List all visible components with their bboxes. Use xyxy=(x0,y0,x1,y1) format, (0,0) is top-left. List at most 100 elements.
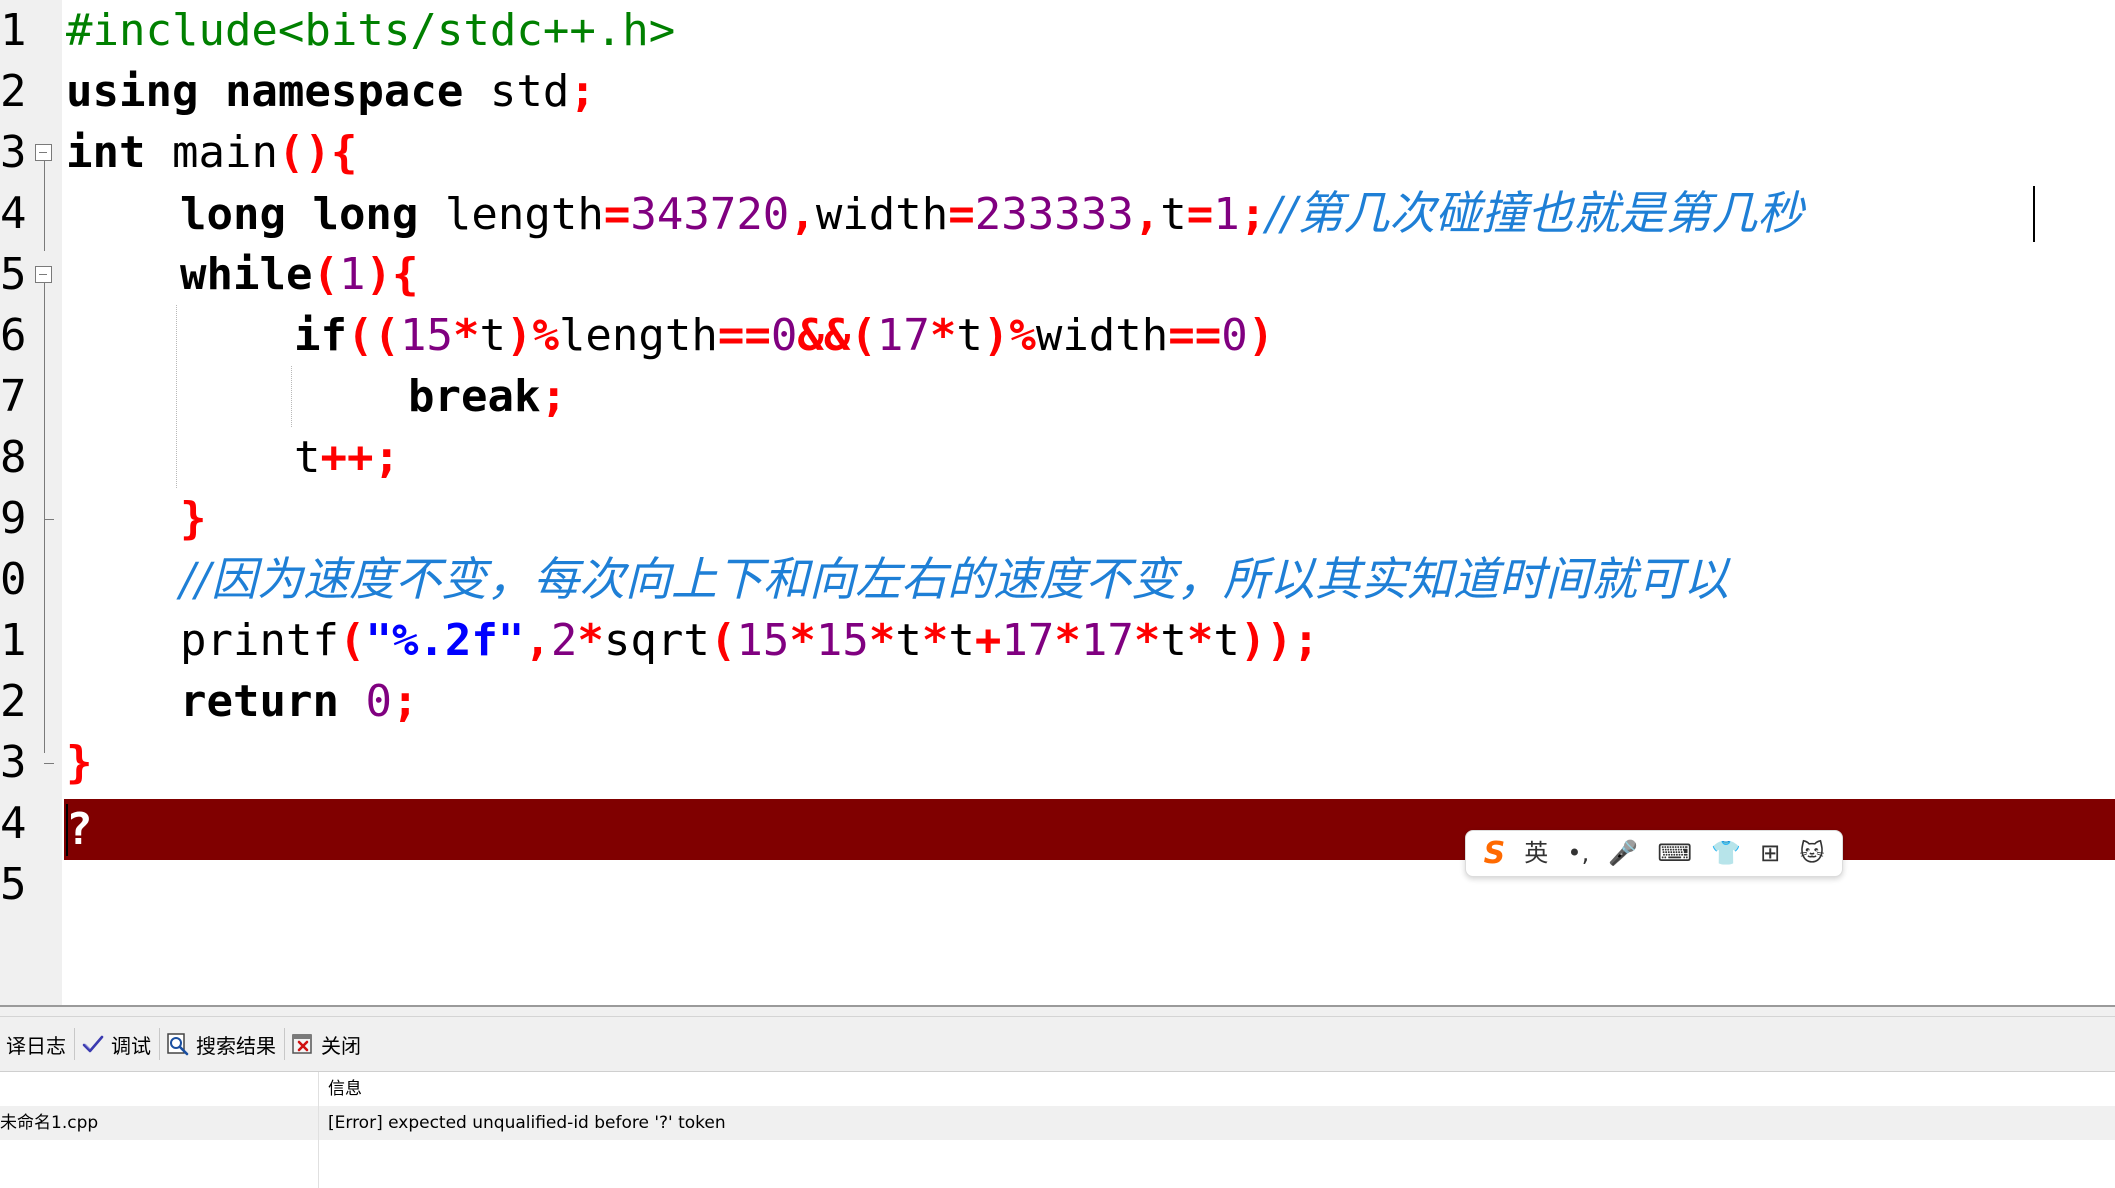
operator: * xyxy=(868,615,896,666)
message-text: [Error] expected unqualified-id before '… xyxy=(328,1113,726,1133)
operator: ; xyxy=(569,66,596,117)
code-line-11[interactable]: printf("%.2f",2*sqrt(15*15*t*t+17*17*t*t… xyxy=(180,610,1319,671)
operator: } xyxy=(66,737,93,788)
operator: == xyxy=(1168,310,1222,361)
number: 343720 xyxy=(630,189,790,240)
tab-search-results[interactable]: 搜索结果 xyxy=(160,1017,284,1072)
code-line-8[interactable]: t++; xyxy=(294,427,400,488)
identifier: t xyxy=(1160,615,1187,666)
number: 1 xyxy=(1213,189,1240,240)
line-number: 2 xyxy=(0,66,27,117)
operator: * xyxy=(1054,615,1081,666)
line-number: 9 xyxy=(0,493,27,544)
keyword: int xyxy=(66,127,146,178)
code-line-14[interactable]: ? xyxy=(66,799,93,860)
identifier: t xyxy=(956,310,983,361)
code-line-12[interactable]: return 0; xyxy=(180,671,418,732)
operator: * xyxy=(577,615,604,666)
operator: ; xyxy=(1239,189,1267,240)
text-caret xyxy=(2033,186,2035,242)
line-number: 8 xyxy=(0,432,27,483)
identifier: length xyxy=(418,189,604,240)
code-line-13[interactable]: } xyxy=(66,732,93,793)
operator: = xyxy=(948,189,975,240)
number: 2 xyxy=(550,615,578,666)
tab-label: 关闭 xyxy=(321,1033,361,1058)
code-line-3[interactable]: int main(){ xyxy=(66,122,357,183)
identifier: sqrt xyxy=(603,615,710,666)
line-number: 1 xyxy=(0,615,27,666)
operator: , xyxy=(789,189,816,240)
keyword: return xyxy=(180,676,339,727)
line-number: 3 xyxy=(0,127,27,178)
line-number-gutter: 1 2 3 4 5 6 7 8 9 0 1 2 3 4 5 xyxy=(0,0,62,1005)
operator: (){ xyxy=(277,127,358,178)
keyboard-icon[interactable]: ⌨ xyxy=(1657,830,1692,877)
fold-toggle-icon[interactable] xyxy=(35,266,52,283)
operator: )% xyxy=(505,310,559,361)
indent-guide xyxy=(176,305,177,488)
skin-icon[interactable]: 👕 xyxy=(1711,830,1741,877)
number: 17 xyxy=(876,310,930,361)
operator: * xyxy=(1133,615,1161,666)
line-number: 5 xyxy=(0,249,27,300)
operator: * xyxy=(921,615,949,666)
code-editor[interactable]: 1 2 3 4 5 6 7 8 9 0 1 2 3 4 5 #include<b… xyxy=(0,0,2115,1005)
ime-language-toggle[interactable]: 英 xyxy=(1524,830,1548,877)
operator: * xyxy=(452,310,480,361)
operator: * xyxy=(1186,615,1214,666)
operator: , xyxy=(524,615,551,666)
operator: ( xyxy=(709,615,737,666)
number: 15 xyxy=(815,615,869,666)
line-number: 2 xyxy=(0,676,27,727)
microphone-icon[interactable]: 🎤 xyxy=(1608,830,1638,877)
line-number: 5 xyxy=(0,859,27,910)
punctuation-icon[interactable]: •, xyxy=(1567,830,1589,877)
toolbox-grid-icon[interactable]: ⊞ xyxy=(1760,830,1780,877)
code-line-9[interactable]: } xyxy=(180,488,207,549)
tab-debug[interactable]: 调试 xyxy=(75,1017,159,1072)
mascot-icon[interactable]: 🐱 xyxy=(1799,830,1824,877)
fold-toggle-icon[interactable] xyxy=(35,144,52,161)
column-divider[interactable] xyxy=(318,1072,319,1188)
operator: )% xyxy=(982,310,1036,361)
code-line-10[interactable]: //因为速度不变，每次向上下和向左右的速度不变，所以其实知道时间就可以 xyxy=(180,549,1729,610)
number: 15 xyxy=(399,310,453,361)
operator: ) xyxy=(1247,310,1275,361)
code-line-7[interactable]: break; xyxy=(408,366,567,427)
code-line-1[interactable]: #include<bits/stdc++.h> xyxy=(66,0,675,61)
close-icon xyxy=(292,1034,312,1054)
keyword: break xyxy=(408,371,541,422)
tab-compile-log[interactable]: 译日志 xyxy=(0,1017,74,1072)
code-line-2[interactable]: using namespace std; xyxy=(66,61,596,122)
code-line-5[interactable]: while(1){ xyxy=(180,244,418,305)
ime-logo-icon[interactable]: S xyxy=(1484,830,1506,877)
code-line-6[interactable]: if((15*t)%length==0&&(17*t)%width==0) xyxy=(294,305,1274,366)
identifier: std xyxy=(463,66,570,117)
operator: ++; xyxy=(320,432,400,483)
search-icon xyxy=(167,1033,189,1056)
operator: &&( xyxy=(797,310,877,361)
ime-toolbar[interactable]: S 英 •, 🎤 ⌨ 👕 ⊞ 🐱 xyxy=(1465,830,1843,877)
fold-line xyxy=(44,161,45,251)
identifier: length xyxy=(558,310,718,361)
code-line-4[interactable]: long long length=343720,width=233333,t=1… xyxy=(180,183,1803,244)
operator: )); xyxy=(1239,615,1320,666)
operator: ; xyxy=(540,371,567,422)
keyword: using namespace xyxy=(66,66,464,117)
number: 1 xyxy=(338,249,366,300)
tab-close[interactable]: 关闭 xyxy=(285,1017,369,1072)
keyword: long long xyxy=(180,189,419,240)
header-message: 信息 xyxy=(328,1079,362,1099)
indent-guide xyxy=(291,366,292,427)
line-number: 4 xyxy=(0,188,27,239)
operator: ( xyxy=(338,615,366,666)
operator: } xyxy=(180,493,207,544)
number: 233333 xyxy=(974,189,1134,240)
number: 17 xyxy=(1001,615,1055,666)
panel-splitter[interactable] xyxy=(0,1005,2115,1017)
operator: * xyxy=(929,310,957,361)
line-number: 7 xyxy=(0,371,27,422)
line-number: 4 xyxy=(0,798,27,849)
identifier: width xyxy=(815,189,949,240)
